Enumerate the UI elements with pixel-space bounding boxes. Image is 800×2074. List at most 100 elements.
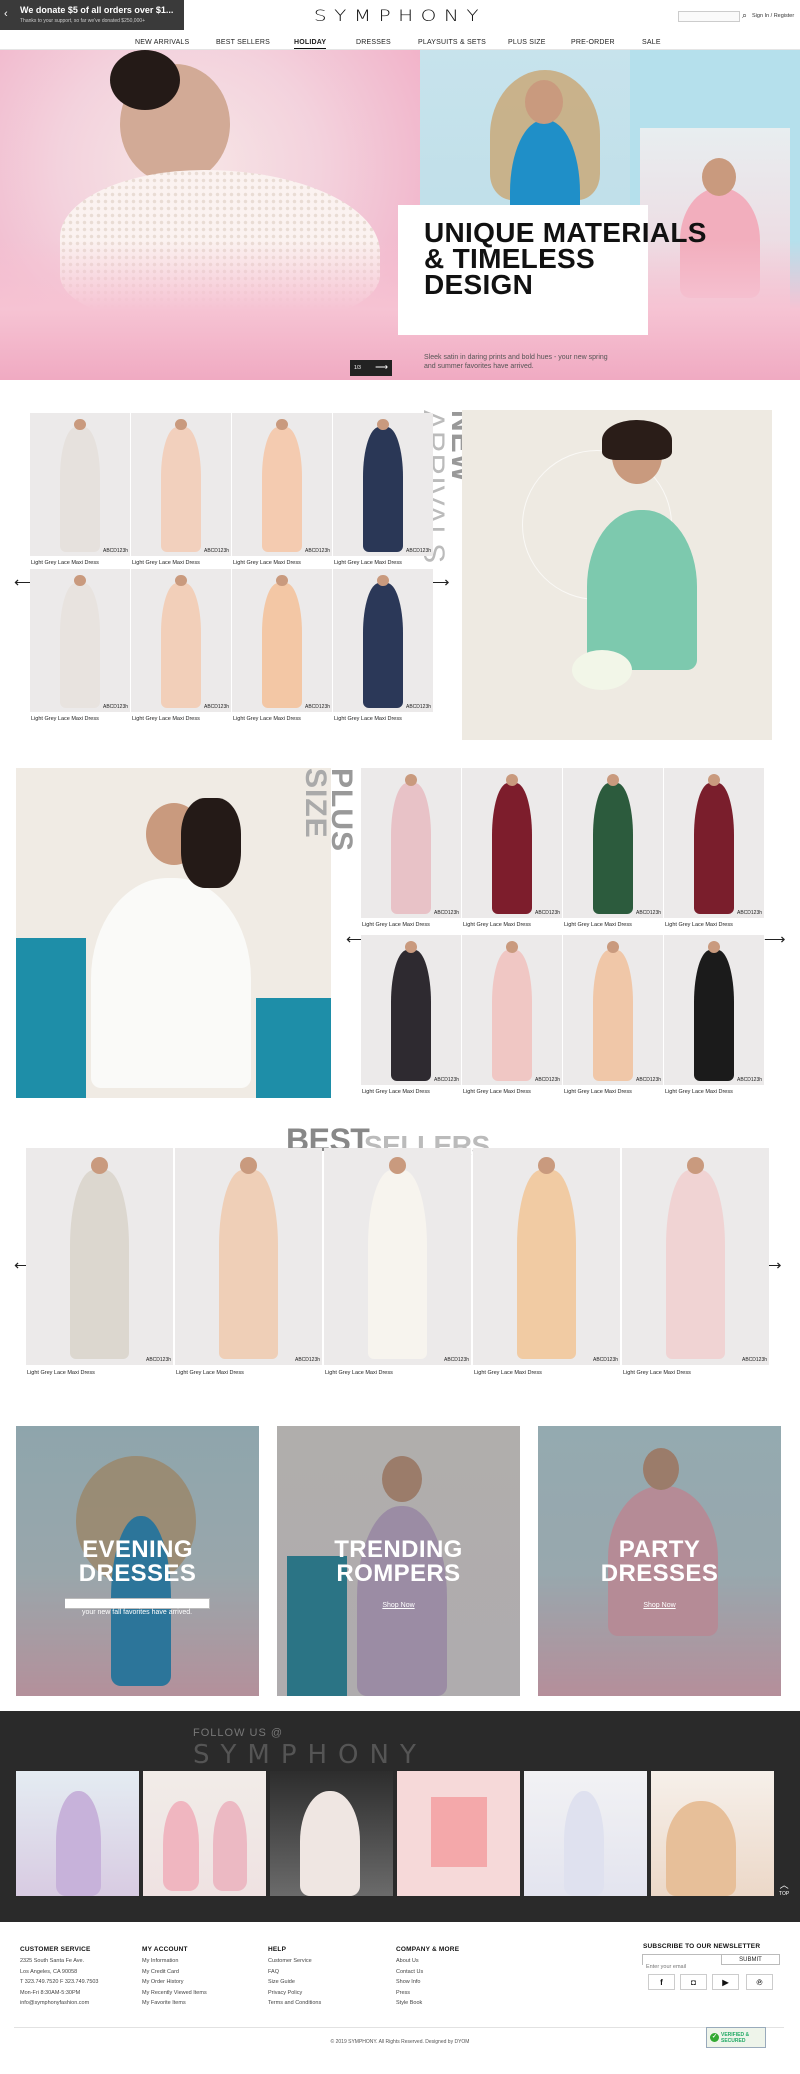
product-name[interactable]: Light Grey Lace Maxi Dress xyxy=(334,560,402,566)
product-name[interactable]: Light Grey Lace Maxi Dress xyxy=(474,1370,542,1376)
pinterest-icon[interactable]: ℗ xyxy=(746,1974,773,1990)
instagram-post[interactable] xyxy=(143,1771,266,1896)
arrow-right-icon[interactable]: ⟶ xyxy=(764,932,786,947)
product-card-image[interactable]: ABCD123h xyxy=(664,768,764,918)
nav-pre-order[interactable]: PRE-ORDER xyxy=(571,39,615,46)
nav-playsuits-sets[interactable]: PLAYSUITS & SETS xyxy=(418,39,486,46)
nav-plus-size[interactable]: PLUS SIZE xyxy=(508,39,546,46)
product-card-image[interactable]: ABCD123h xyxy=(622,1148,769,1365)
product-name[interactable]: Light Grey Lace Maxi Dress xyxy=(325,1370,393,1376)
product-card-image[interactable]: ABCD123h xyxy=(462,935,562,1085)
plus-size-feature-image[interactable] xyxy=(16,768,331,1098)
product-card-image[interactable]: ABCD123h xyxy=(324,1148,471,1365)
youtube-icon[interactable]: ▶ xyxy=(712,1974,739,1990)
footer-divider xyxy=(14,2027,784,2028)
product-card-image[interactable]: ABCD123h xyxy=(664,935,764,1085)
instagram-post[interactable] xyxy=(16,1771,139,1896)
product-name[interactable]: Light Grey Lace Maxi Dress xyxy=(233,716,301,722)
footer-link[interactable]: Privacy Policy xyxy=(268,1988,321,1999)
footer-link[interactable]: My Information xyxy=(142,1956,207,1967)
footer-link[interactable]: Show Info xyxy=(396,1977,423,1988)
back-to-top-button[interactable]: ︿ TOP xyxy=(779,1878,789,1897)
product-name[interactable]: Light Grey Lace Maxi Dress xyxy=(463,1089,531,1095)
nav-holiday[interactable]: HOLIDAY xyxy=(294,39,327,49)
hero-pager[interactable]: 1/3 ⟶ xyxy=(350,360,392,376)
follow-brand-logo[interactable]: SYMPHONY xyxy=(193,1740,427,1770)
sign-in-register-link[interactable]: Sign In / Register xyxy=(752,13,794,19)
product-name[interactable]: Light Grey Lace Maxi Dress xyxy=(665,922,733,928)
instagram-post[interactable] xyxy=(524,1771,647,1896)
product-card-image[interactable]: ABCD123h xyxy=(361,768,461,918)
product-name[interactable]: Light Grey Lace Maxi Dress xyxy=(463,922,531,928)
footer-link[interactable]: Size Guide xyxy=(268,1977,321,1988)
instagram-icon[interactable]: ◘ xyxy=(680,1974,707,1990)
product-card-image[interactable]: ABCD123h xyxy=(473,1148,620,1365)
product-name[interactable]: Light Grey Lace Maxi Dress xyxy=(176,1370,244,1376)
footer-link[interactable]: Contact Us xyxy=(396,1967,423,1978)
search-icon[interactable]: ⌕ xyxy=(742,10,747,21)
product-card-image[interactable]: ABCD123h xyxy=(30,569,130,712)
category-card-party-dresses[interactable]: PARTY DRESSES Shop Now xyxy=(538,1426,781,1696)
product-card-image[interactable]: ABCD123h xyxy=(563,768,663,918)
product-card-image[interactable]: ABCD123h xyxy=(131,413,231,556)
new-arrivals-feature-image[interactable] xyxy=(462,410,772,740)
product-name[interactable]: Light Grey Lace Maxi Dress xyxy=(362,1089,430,1095)
footer-link[interactable]: My Order History xyxy=(142,1977,207,1988)
newsletter-submit-button[interactable]: SUBMIT xyxy=(722,1954,780,1965)
shop-now-link[interactable]: Shop Now xyxy=(538,1602,781,1609)
footer-link[interactable]: My Recently Viewed Items xyxy=(142,1988,207,1999)
footer-link[interactable]: Style Book xyxy=(396,1998,423,2009)
category-card-evening-dresses[interactable]: EVENING DRESSES Sleek satin in daring pri… xyxy=(16,1426,259,1696)
newsletter-email-field[interactable] xyxy=(642,1954,722,1972)
product-card-image[interactable]: ABCD123h xyxy=(175,1148,322,1365)
donation-promo-banner[interactable]: ‹ We donate $5 of all orders over $1... … xyxy=(0,0,184,30)
instagram-post[interactable] xyxy=(651,1771,774,1896)
product-name[interactable]: Light Grey Lace Maxi Dress xyxy=(233,560,301,566)
nav-sale[interactable]: SALE xyxy=(642,39,661,46)
product-card-image[interactable]: ABCD123h xyxy=(30,413,130,556)
product-card-image[interactable]: ABCD123h xyxy=(563,935,663,1085)
secure-badge[interactable]: ✓ VERIFIED & SECURED xyxy=(706,2027,766,2048)
product-name[interactable]: Light Grey Lace Maxi Dress xyxy=(31,560,99,566)
footer-link[interactable]: About Us xyxy=(396,1956,423,1967)
product-name[interactable]: Light Grey Lace Maxi Dress xyxy=(564,1089,632,1095)
product-name[interactable]: Light Grey Lace Maxi Dress xyxy=(132,716,200,722)
product-card-image[interactable]: ABCD123h xyxy=(333,569,433,712)
footer-link[interactable]: My Favorite Items xyxy=(142,1998,207,2009)
instagram-post[interactable] xyxy=(397,1771,520,1896)
shop-now-link[interactable]: Shop Now xyxy=(277,1602,520,1609)
product-card-image[interactable]: ABCD123h xyxy=(361,935,461,1085)
product-name[interactable]: Light Grey Lace Maxi Dress xyxy=(334,716,402,722)
product-name[interactable]: Light Grey Lace Maxi Dress xyxy=(31,716,99,722)
product-name[interactable]: Light Grey Lace Maxi Dress xyxy=(27,1370,95,1376)
brand-logo[interactable]: SYMPHONY xyxy=(256,6,544,25)
product-card-image[interactable]: ABCD123h xyxy=(333,413,433,556)
product-name[interactable]: Light Grey Lace Maxi Dress xyxy=(132,560,200,566)
arrow-right-icon[interactable]: ⟶ xyxy=(375,362,388,373)
product-card-image[interactable]: ABCD123h xyxy=(462,768,562,918)
product-card-image[interactable]: ABCD123h xyxy=(232,413,332,556)
nav-best-sellers[interactable]: BEST SELLERS xyxy=(216,39,270,46)
product-name[interactable]: Light Grey Lace Maxi Dress xyxy=(623,1370,691,1376)
product-card-image[interactable]: ABCD123h xyxy=(131,569,231,712)
nav-dresses[interactable]: DRESSES xyxy=(356,39,391,46)
footer-link[interactable]: My Credit Card xyxy=(142,1967,207,1978)
product-name[interactable]: Light Grey Lace Maxi Dress xyxy=(362,922,430,928)
footer-email-link[interactable]: info@symphonyfashion.com xyxy=(20,1998,99,2009)
facebook-icon[interactable]: f xyxy=(648,1974,675,1990)
footer-link[interactable]: Terms and Conditions xyxy=(268,1998,321,2009)
nav-new-arrivals[interactable]: NEW ARRIVALS xyxy=(135,39,189,46)
footer-link[interactable]: Customer Service xyxy=(268,1956,321,1967)
footer-link[interactable]: FAQ xyxy=(268,1967,321,1978)
product-name[interactable]: Light Grey Lace Maxi Dress xyxy=(564,922,632,928)
search-input[interactable] xyxy=(679,19,739,29)
newsletter-email-input[interactable] xyxy=(643,1962,721,1972)
search-field[interactable] xyxy=(678,11,740,29)
footer-link[interactable]: Press xyxy=(396,1988,423,1999)
product-card-image[interactable]: ABCD123h xyxy=(26,1148,173,1365)
instagram-post[interactable] xyxy=(270,1771,393,1896)
product-name[interactable]: Light Grey Lace Maxi Dress xyxy=(665,1089,733,1095)
chevron-left-icon[interactable]: ‹ xyxy=(4,8,8,20)
product-card-image[interactable]: ABCD123h xyxy=(232,569,332,712)
category-card-trending-rompers[interactable]: TRENDING ROMPERS Shop Now xyxy=(277,1426,520,1696)
